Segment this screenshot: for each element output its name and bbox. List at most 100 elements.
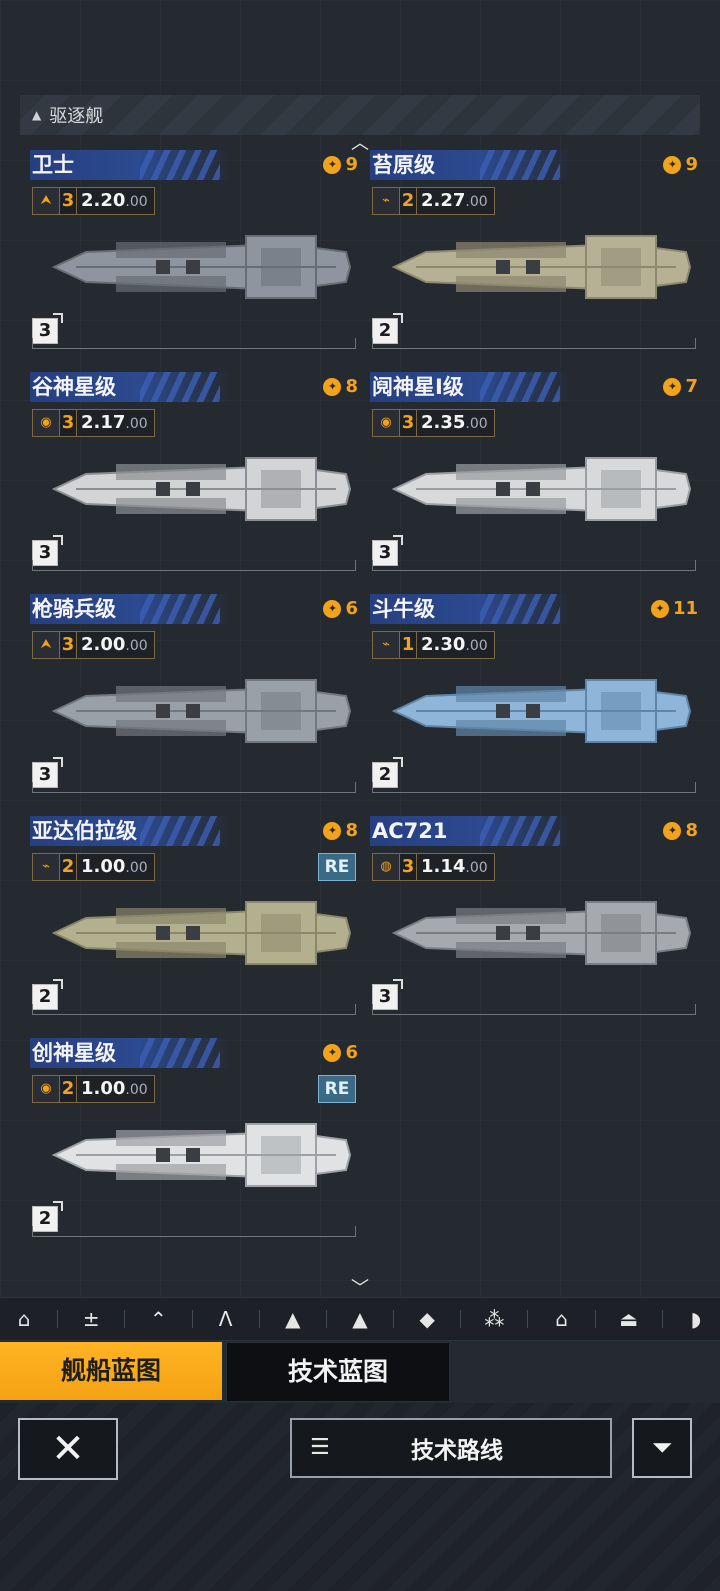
support-filter-icon[interactable]: ⏏ [614, 1304, 644, 1334]
version-main: 2.35 [421, 412, 466, 433]
close-button[interactable]: ✕ [18, 1418, 118, 1480]
divider [594, 1310, 596, 1328]
ship-stat-box: ⌁ 2 1.00.00 [32, 853, 155, 881]
ship-card[interactable]: 亚达伯拉级 ✦ 8 ⌁ 2 1.00.00 RE 2 [30, 816, 358, 1036]
tier-value: 3 [400, 854, 417, 880]
ship-stat-box: ⮝ 3 2.20.00 [32, 187, 155, 215]
tier-triangle-icon: ▲ [32, 108, 42, 122]
version-sub: .00 [125, 860, 148, 876]
cost-value: 7 [685, 376, 698, 397]
cannon-icon: ◉ [33, 1076, 60, 1102]
version-value: 2.20.00 [77, 188, 154, 214]
scale-tick [695, 782, 696, 792]
grade-badge: 3 [32, 313, 63, 344]
re-badge: RE [318, 853, 356, 881]
version-value: 2.30.00 [417, 632, 494, 658]
grade-badge: 2 [372, 313, 403, 344]
ship-card[interactable]: 斗牛级 ✦ 11 ⌁ 1 2.30.00 2 [370, 594, 698, 814]
cost-value: 9 [345, 154, 358, 175]
scale-tick [372, 560, 373, 570]
version-main: 2.30 [421, 634, 466, 655]
ship-name: 阋神星I级 [372, 375, 464, 399]
scale-line [32, 1014, 356, 1015]
battleship-filter-icon[interactable]: ◆ [412, 1304, 442, 1334]
ship-name: 斗牛级 [372, 597, 435, 621]
ship-card[interactable]: 阋神星I级 ✦ 7 ◉ 3 2.35.00 3 [370, 372, 698, 592]
battlecruiser-filter-icon[interactable]: Λ [211, 1304, 241, 1334]
category-header[interactable]: ▲ 驱逐舰 [20, 95, 700, 135]
tech-route-button[interactable]: ☰ 技术路线 [290, 1418, 612, 1478]
ship-card[interactable]: 卫士 ✦ 9 ⮝ 3 2.20.00 3 [30, 150, 358, 370]
grade-badge: 2 [32, 979, 63, 1010]
ship-card[interactable]: 苔原级 ✦ 9 ⌁ 2 2.27.00 2 [370, 150, 698, 370]
carrier-filter-icon[interactable]: ▲ [345, 1304, 375, 1334]
scale-tick [695, 338, 696, 348]
grade-badge: 3 [372, 535, 403, 566]
grade-badge: 3 [372, 979, 403, 1010]
tier-value: 1 [400, 632, 417, 658]
tab-tech-blueprint[interactable]: 技术蓝图 [226, 1342, 450, 1402]
divider [460, 1310, 462, 1328]
ship-illustration [391, 679, 692, 743]
command-cost: ✦ 9 [323, 154, 358, 175]
cost-value: 8 [345, 376, 358, 397]
command-cost: ✦ 6 [323, 1042, 358, 1063]
filter-button[interactable]: ⏷ [632, 1418, 692, 1478]
scroll-down-chevron-icon[interactable]: ﹀ [345, 1280, 375, 1298]
ship-hull [51, 457, 352, 521]
divider [191, 1310, 193, 1328]
station-filter-icon[interactable]: ⌂ [547, 1304, 577, 1334]
filter-icon: ⏷ [651, 1433, 673, 1463]
version-value: 1.00.00 [77, 854, 154, 880]
version-main: 1.00 [81, 1078, 126, 1099]
scale-tick [32, 1004, 33, 1014]
corvette-filter-icon[interactable]: ⁂ [479, 1304, 509, 1334]
ship-illustration [391, 235, 692, 299]
version-value: 1.00.00 [77, 1076, 154, 1102]
ship-hull [391, 679, 692, 743]
version-main: 2.17 [81, 412, 126, 433]
command-point-icon: ✦ [323, 1043, 342, 1062]
ship-illustration [51, 235, 352, 299]
scale-tick [32, 338, 33, 348]
auxiliary-filter-icon[interactable]: ▲ [278, 1304, 308, 1334]
scale-line [372, 1014, 696, 1015]
wing-icon: ⌁ [33, 854, 60, 880]
ship-hull [51, 679, 352, 743]
ship-name: 卫士 [32, 153, 74, 177]
scale-tick [355, 560, 356, 570]
version-value: 2.17.00 [77, 410, 154, 436]
category-label: 驱逐舰 [49, 106, 104, 127]
cost-value: 6 [345, 1042, 358, 1063]
scale-line [32, 1236, 356, 1237]
command-point-icon: ✦ [323, 377, 342, 396]
scale-tick [372, 1004, 373, 1014]
version-main: 1.14 [421, 856, 466, 877]
tier-value: 3 [60, 188, 77, 214]
re-badge: RE [318, 1075, 356, 1103]
divider [57, 1310, 59, 1328]
cruiser-filter-icon[interactable]: ⌃ [143, 1304, 173, 1334]
ship-card[interactable]: 枪骑兵级 ✦ 6 ⮝ 3 2.00.00 3 [30, 594, 358, 814]
frigate-filter-icon[interactable]: ⌂ [9, 1304, 39, 1334]
flagship-filter-icon[interactable]: ◗ [681, 1304, 711, 1334]
globe-icon: ◍ [373, 854, 400, 880]
version-sub: .00 [465, 194, 488, 210]
command-point-icon: ✦ [663, 821, 682, 840]
tier-value: 2 [60, 1076, 77, 1102]
version-sub: .00 [125, 1082, 148, 1098]
version-value: 1.14.00 [417, 854, 494, 880]
tab-ship-blueprint[interactable]: 舰船蓝图 [0, 1342, 222, 1400]
ship-card[interactable]: 谷神星级 ✦ 8 ◉ 3 2.17.00 3 [30, 372, 358, 592]
destroyer-filter-icon[interactable]: ± [76, 1304, 106, 1334]
ship-card[interactable]: 创神星级 ✦ 6 ◉ 2 1.00.00 RE 2 [30, 1038, 358, 1258]
grade-badge: 3 [32, 757, 63, 788]
ship-stat-box: ◉ 3 2.17.00 [32, 409, 155, 437]
version-sub: .00 [465, 416, 488, 432]
fighter-icon: ⮝ [33, 188, 60, 214]
ship-card[interactable]: AC721 ✦ 8 ◍ 3 1.14.00 3 [370, 816, 698, 1036]
ship-stat-box: ⌁ 2 2.27.00 [372, 187, 495, 215]
scale-tick [372, 782, 373, 792]
scale-line [32, 792, 356, 793]
command-cost: ✦ 8 [323, 820, 358, 841]
